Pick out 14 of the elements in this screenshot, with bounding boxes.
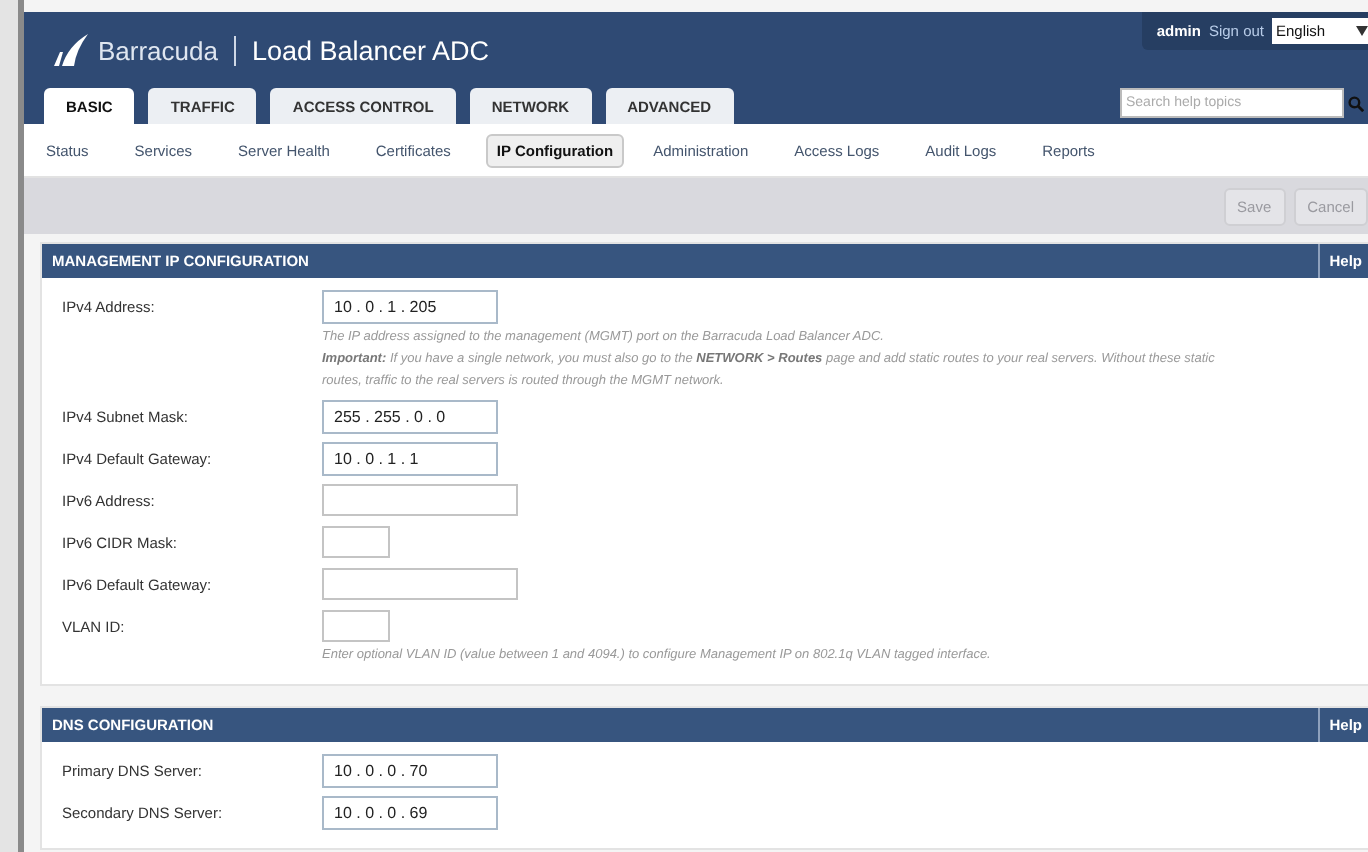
ip-address-field[interactable]: 10 . 0 . 0 . 70 — [322, 754, 498, 788]
ip-address-field[interactable]: 10 . 0 . 1 . 1 — [322, 442, 498, 476]
ip-address-field[interactable]: 10 . 0 . 0 . 69 — [322, 796, 498, 830]
input-field[interactable] — [322, 610, 390, 642]
dropdown-caret-icon — [1356, 26, 1368, 36]
input-field[interactable] — [322, 526, 390, 558]
brand-name: Barracuda — [98, 35, 218, 65]
input-field[interactable] — [322, 484, 518, 516]
barracuda-logo-icon — [52, 34, 88, 66]
ip-address-field[interactable]: 10 . 0 . 1 . 205 — [322, 290, 498, 324]
ip-address-field[interactable]: 255 . 255 . 0 . 0 — [322, 400, 498, 434]
input-field[interactable] — [322, 568, 518, 600]
search-icon — [1348, 95, 1364, 111]
product-name: Load Balancer ADC — [251, 35, 490, 65]
